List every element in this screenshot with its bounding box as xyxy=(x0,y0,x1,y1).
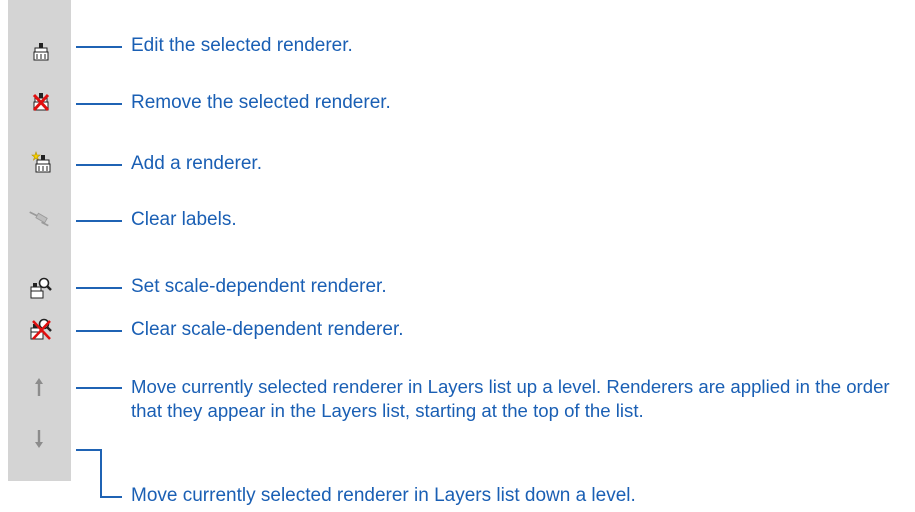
brush-magnifier-x-icon xyxy=(30,318,52,340)
leader-line xyxy=(76,287,122,289)
leader-line xyxy=(100,449,102,498)
leader-line xyxy=(100,496,122,498)
set-scale-dependent-button[interactable] xyxy=(30,276,52,300)
clear-labels-button[interactable] xyxy=(28,206,50,230)
clear-labels-icon xyxy=(29,211,49,227)
leader-line xyxy=(76,387,122,389)
arrow-down-icon xyxy=(35,430,43,448)
callout-move-down: Move currently selected renderer in Laye… xyxy=(131,485,636,506)
leader-line xyxy=(76,46,122,48)
leader-line xyxy=(76,220,122,222)
paint-brush-icon xyxy=(33,43,49,61)
add-brush-icon xyxy=(31,151,51,173)
remove-brush-icon xyxy=(32,93,50,112)
callout-add-renderer: Add a renderer. xyxy=(131,153,262,174)
callout-remove-renderer: Remove the selected renderer. xyxy=(131,92,391,113)
leader-line xyxy=(76,330,122,332)
callout-set-scale-dependent: Set scale-dependent renderer. xyxy=(131,276,387,297)
callout-edit-renderer: Edit the selected renderer. xyxy=(131,35,353,56)
leader-line xyxy=(76,164,122,166)
renderer-toolbar xyxy=(8,0,71,481)
edit-renderer-button[interactable] xyxy=(30,40,52,64)
leader-line xyxy=(76,449,102,451)
callout-move-up: Move currently selected renderer in Laye… xyxy=(131,376,890,421)
leader-line xyxy=(76,103,122,105)
remove-renderer-button[interactable] xyxy=(30,90,52,114)
add-renderer-button[interactable] xyxy=(30,150,52,174)
arrow-up-icon xyxy=(35,378,43,396)
move-down-button[interactable] xyxy=(28,427,50,451)
clear-scale-dependent-button[interactable] xyxy=(30,317,52,341)
callout-clear-labels: Clear labels. xyxy=(131,209,237,230)
brush-magnifier-icon xyxy=(30,277,52,299)
callout-clear-scale-dependent: Clear scale-dependent renderer. xyxy=(131,319,404,340)
move-up-button[interactable] xyxy=(28,375,50,399)
